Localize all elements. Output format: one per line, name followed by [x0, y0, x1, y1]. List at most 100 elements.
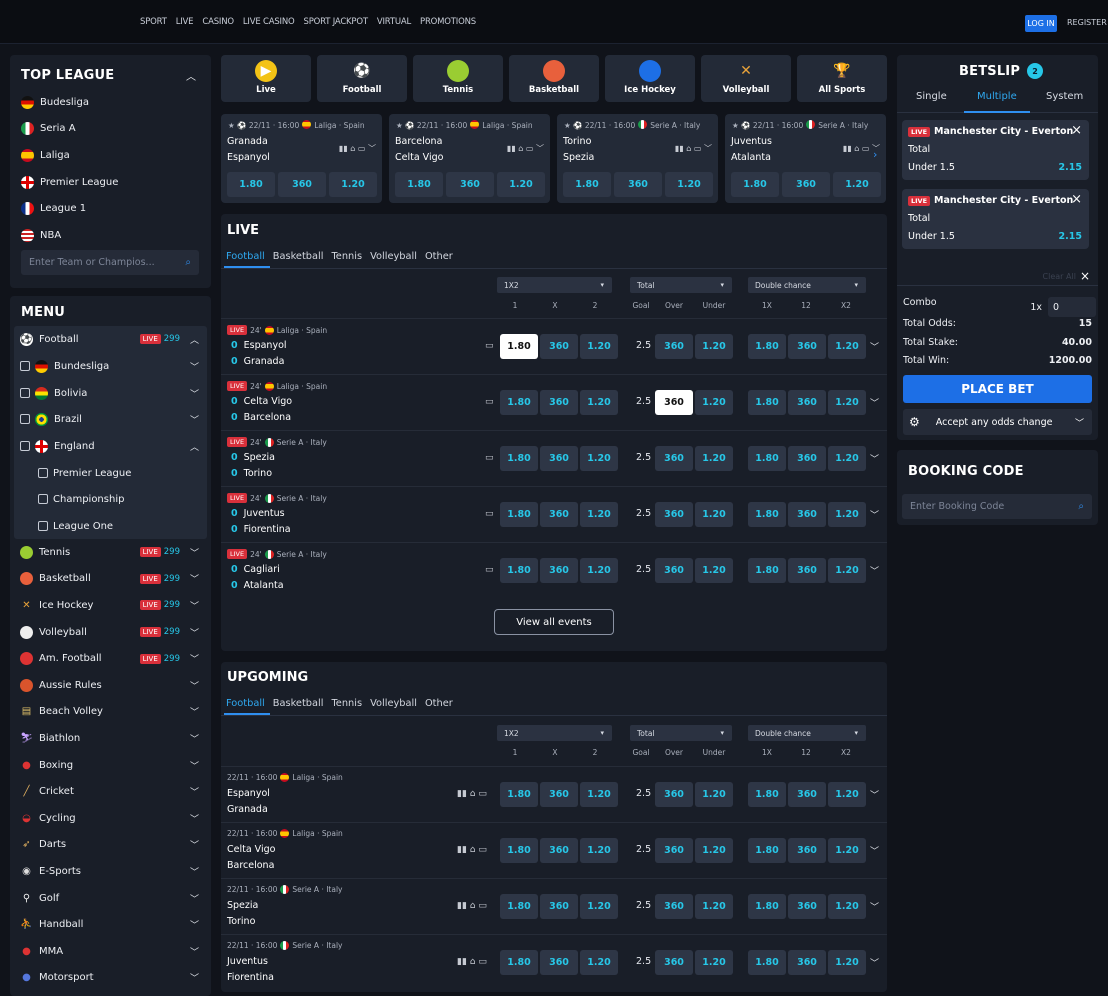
- tv-icon[interactable]: ▭: [485, 565, 494, 575]
- checkbox[interactable]: [38, 521, 48, 532]
- nav-promotions[interactable]: PROMOTIONS: [420, 17, 476, 27]
- menu-item-aussie-rules[interactable]: Aussie Rules ﹀: [14, 672, 207, 699]
- tab-multiple[interactable]: Multiple: [977, 91, 1017, 102]
- odds-button[interactable]: 1.80: [500, 446, 538, 471]
- odds-button[interactable]: 360: [540, 950, 578, 975]
- market-select-double-chance[interactable]: Double chance: [748, 725, 866, 741]
- odds-button[interactable]: 1.80: [500, 950, 538, 975]
- combo-input[interactable]: 0: [1048, 297, 1096, 317]
- odds-button[interactable]: 360: [540, 558, 578, 583]
- market-select-total[interactable]: Total: [630, 277, 732, 293]
- odds-button[interactable]: 1.80: [748, 782, 786, 807]
- odds-button[interactable]: 360: [788, 390, 826, 415]
- odds-button[interactable]: 360: [655, 950, 693, 975]
- checkbox[interactable]: [20, 414, 30, 425]
- chevron-down-icon[interactable]: ﹀: [870, 452, 879, 465]
- odds-button[interactable]: 360: [782, 172, 830, 197]
- tv-icon[interactable]: ▭: [485, 509, 494, 519]
- chevron-down-icon[interactable]: ﹀: [190, 546, 199, 559]
- odds-button[interactable]: 360: [655, 894, 693, 919]
- chevron-down-icon[interactable]: ﹀: [190, 413, 199, 426]
- odds-button[interactable]: 360: [446, 172, 494, 197]
- odds-button[interactable]: 1.80: [227, 172, 275, 197]
- menu-sub-premier-league[interactable]: Premier League: [14, 460, 207, 487]
- chevron-down-icon[interactable]: ﹀: [190, 865, 199, 878]
- odds-button[interactable]: 1.80: [500, 558, 538, 583]
- odds-button[interactable]: 360: [655, 334, 693, 359]
- featured-match-card[interactable]: ★ ⚽ 22/11 · 16:00 Serie A · Italy Juventus…: [725, 114, 886, 203]
- chevron-down-icon[interactable]: ﹀: [870, 396, 879, 409]
- menu-item-am-football[interactable]: Am. Football LIVE 299 ﹀: [14, 645, 207, 672]
- odds-button[interactable]: 1.20: [828, 558, 866, 583]
- menu-item-ice-hockey[interactable]: ✕ Ice Hockey LIVE 299 ﹀: [14, 592, 207, 619]
- star-icon[interactable]: ★: [228, 121, 237, 130]
- tab-tennis[interactable]: Tennis: [331, 698, 362, 709]
- chevron-down-icon[interactable]: ﹀: [190, 918, 199, 931]
- star-icon[interactable]: ★: [732, 121, 741, 130]
- stats-icon[interactable]: ▮▮ ⌂ ▭: [457, 789, 487, 799]
- star-icon[interactable]: ★: [396, 121, 405, 130]
- league-premier-league[interactable]: Premier League: [21, 169, 206, 196]
- stats-icon[interactable]: ▮▮ ⌂ ▭ ﹀: [339, 143, 376, 154]
- tab-volleyball[interactable]: Volleyball: [370, 251, 417, 262]
- odds-button[interactable]: 1.20: [695, 390, 733, 415]
- odds-button[interactable]: 360: [540, 894, 578, 919]
- featured-match-card[interactable]: ★ ⚽ 22/11 · 16:00 Laliga · Spain Granada Es…: [221, 114, 382, 203]
- menu-item-tennis[interactable]: Tennis LIVE 299 ﹀: [14, 539, 207, 566]
- place-bet-button[interactable]: PLACE BET: [903, 375, 1092, 403]
- odds-button[interactable]: 1.20: [695, 558, 733, 583]
- menu-item-darts[interactable]: ➶ Darts ﹀: [14, 832, 207, 859]
- odds-button[interactable]: 1.20: [580, 782, 618, 807]
- clear-all-button[interactable]: Clear All ×: [1043, 269, 1090, 283]
- tv-icon[interactable]: ▭: [485, 397, 494, 407]
- menu-item-cricket[interactable]: ╱ Cricket ﹀: [14, 778, 207, 805]
- chevron-down-icon[interactable]: ﹀: [190, 387, 199, 400]
- odds-button[interactable]: 1.20: [329, 172, 377, 197]
- nav-sport-jackpot[interactable]: SPORT JACKPOT: [304, 17, 369, 27]
- checkbox[interactable]: [20, 361, 30, 372]
- search-icon[interactable]: ⌕: [1078, 501, 1084, 512]
- odds-button[interactable]: 360: [788, 334, 826, 359]
- chevron-down-icon[interactable]: ﹀: [870, 900, 879, 913]
- odds-button[interactable]: 1.20: [580, 446, 618, 471]
- odds-button[interactable]: 1.20: [695, 894, 733, 919]
- odds-button[interactable]: 360: [540, 390, 578, 415]
- odds-button[interactable]: 1.80: [395, 172, 443, 197]
- sport-tile-tennis[interactable]: Tennis: [413, 55, 503, 102]
- chevron-down-icon[interactable]: ﹀: [190, 572, 199, 585]
- odds-button[interactable]: 360: [655, 558, 693, 583]
- odds-button[interactable]: 1.20: [833, 172, 881, 197]
- menu-sub-bundesliga[interactable]: Bundesliga ﹀: [14, 353, 207, 380]
- league-seria-a[interactable]: Seria A: [21, 116, 206, 143]
- menu-item-cycling[interactable]: ◒ Cycling ﹀: [14, 805, 207, 832]
- odds-button[interactable]: 1.20: [695, 838, 733, 863]
- odds-button[interactable]: 1.20: [695, 782, 733, 807]
- odds-button[interactable]: 1.80: [500, 390, 538, 415]
- chevron-down-icon[interactable]: ﹀: [190, 785, 199, 798]
- odds-button[interactable]: 360: [788, 502, 826, 527]
- team-search-input[interactable]: Enter Team or Champios... ⌕: [21, 250, 199, 275]
- odds-button[interactable]: 360: [655, 782, 693, 807]
- menu-item-boxing[interactable]: ● Boxing ﹀: [14, 752, 207, 779]
- menu-sub-league-one[interactable]: League One: [14, 513, 207, 540]
- odds-button[interactable]: 1.80: [500, 782, 538, 807]
- menu-sub-england[interactable]: England ︿: [14, 433, 207, 460]
- odds-button[interactable]: 360: [278, 172, 326, 197]
- chevron-down-icon[interactable]: ﹀: [870, 956, 879, 969]
- odds-button[interactable]: 360: [540, 502, 578, 527]
- league-laliga[interactable]: Laliga: [21, 142, 206, 169]
- tab-single[interactable]: Single: [916, 91, 947, 102]
- odds-button[interactable]: 360: [788, 894, 826, 919]
- odds-button[interactable]: 1.80: [500, 894, 538, 919]
- odds-button[interactable]: 360: [788, 446, 826, 471]
- odds-button[interactable]: 1.80: [748, 558, 786, 583]
- odds-button[interactable]: 1.20: [580, 950, 618, 975]
- tab-other[interactable]: Other: [425, 251, 453, 262]
- chevron-down-icon[interactable]: ﹀: [190, 360, 199, 373]
- odds-button[interactable]: 1.80: [500, 334, 538, 359]
- tab-system[interactable]: System: [1046, 91, 1083, 102]
- chevron-down-icon[interactable]: ﹀: [190, 759, 199, 772]
- chevron-down-icon[interactable]: ﹀: [190, 838, 199, 851]
- close-icon[interactable]: ×: [1071, 123, 1082, 138]
- odds-button[interactable]: 1.80: [748, 838, 786, 863]
